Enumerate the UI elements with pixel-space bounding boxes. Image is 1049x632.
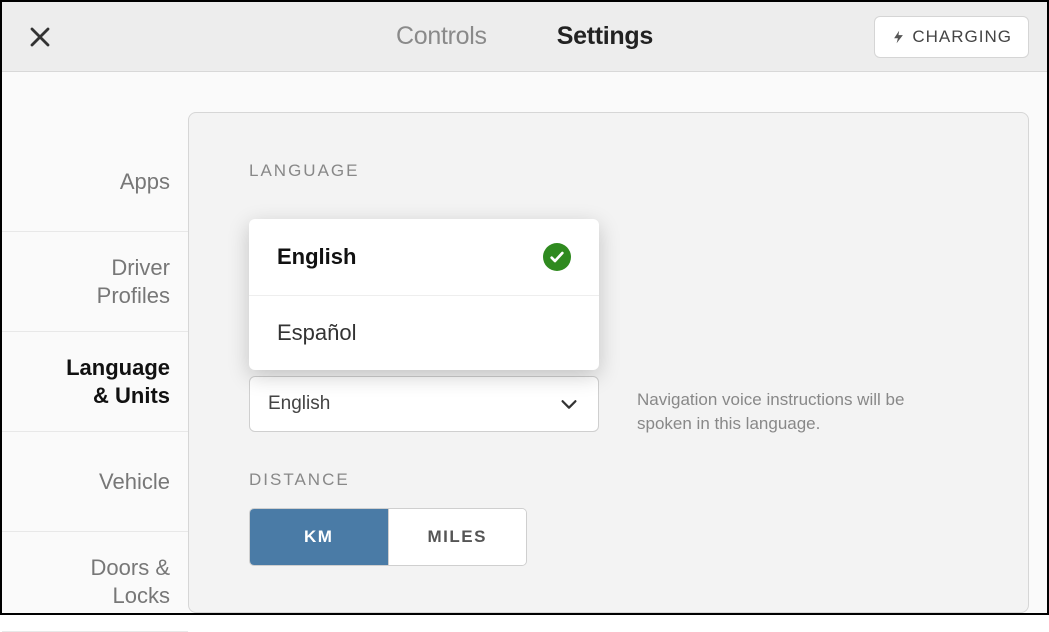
sidebar-item-vehicle[interactable]: Vehicle (2, 432, 188, 532)
body-area: Apps Driver Profiles Language & Units Ve… (2, 72, 1047, 613)
close-icon (28, 25, 52, 49)
language-dropdown-menu: English Español (249, 219, 599, 370)
language-option-espanol[interactable]: Español (249, 296, 599, 370)
charging-button[interactable]: CHARGING (874, 16, 1029, 58)
distance-section-label: DISTANCE (249, 470, 972, 490)
distance-option-miles[interactable]: MILES (389, 509, 527, 565)
language-option-label: English (277, 244, 356, 270)
sidebar-item-doors-locks[interactable]: Doors & Locks (2, 532, 188, 632)
nav-voice-language-value: English (268, 393, 330, 415)
tab-settings[interactable]: Settings (557, 22, 653, 51)
nav-voice-language-select[interactable]: English (249, 376, 599, 432)
sidebar-item-apps[interactable]: Apps (2, 132, 188, 232)
distance-option-km[interactable]: KM (250, 509, 389, 565)
checkmark-icon (543, 243, 571, 271)
content-panel: LANGUAGE English Español English Navigat… (188, 112, 1029, 613)
language-section-label: LANGUAGE (249, 161, 972, 181)
language-option-english[interactable]: English (249, 219, 599, 296)
header-tabs: Controls Settings (396, 22, 653, 51)
nav-voice-help-text: Navigation voice instructions will be sp… (637, 388, 937, 436)
distance-section: DISTANCE KM MILES (249, 470, 972, 566)
charging-label: CHARGING (912, 27, 1012, 47)
close-button[interactable] (20, 17, 60, 57)
sidebar-item-language-units[interactable]: Language & Units (2, 332, 188, 432)
sidebar-item-driver-profiles[interactable]: Driver Profiles (2, 232, 188, 332)
chevron-down-icon (558, 393, 580, 415)
lightning-icon (891, 28, 906, 46)
language-option-label: Español (277, 320, 357, 346)
top-bar: Controls Settings CHARGING (2, 2, 1047, 72)
distance-segmented-control: KM MILES (249, 508, 527, 566)
sidebar: Apps Driver Profiles Language & Units Ve… (2, 72, 188, 613)
tab-controls[interactable]: Controls (396, 22, 487, 51)
